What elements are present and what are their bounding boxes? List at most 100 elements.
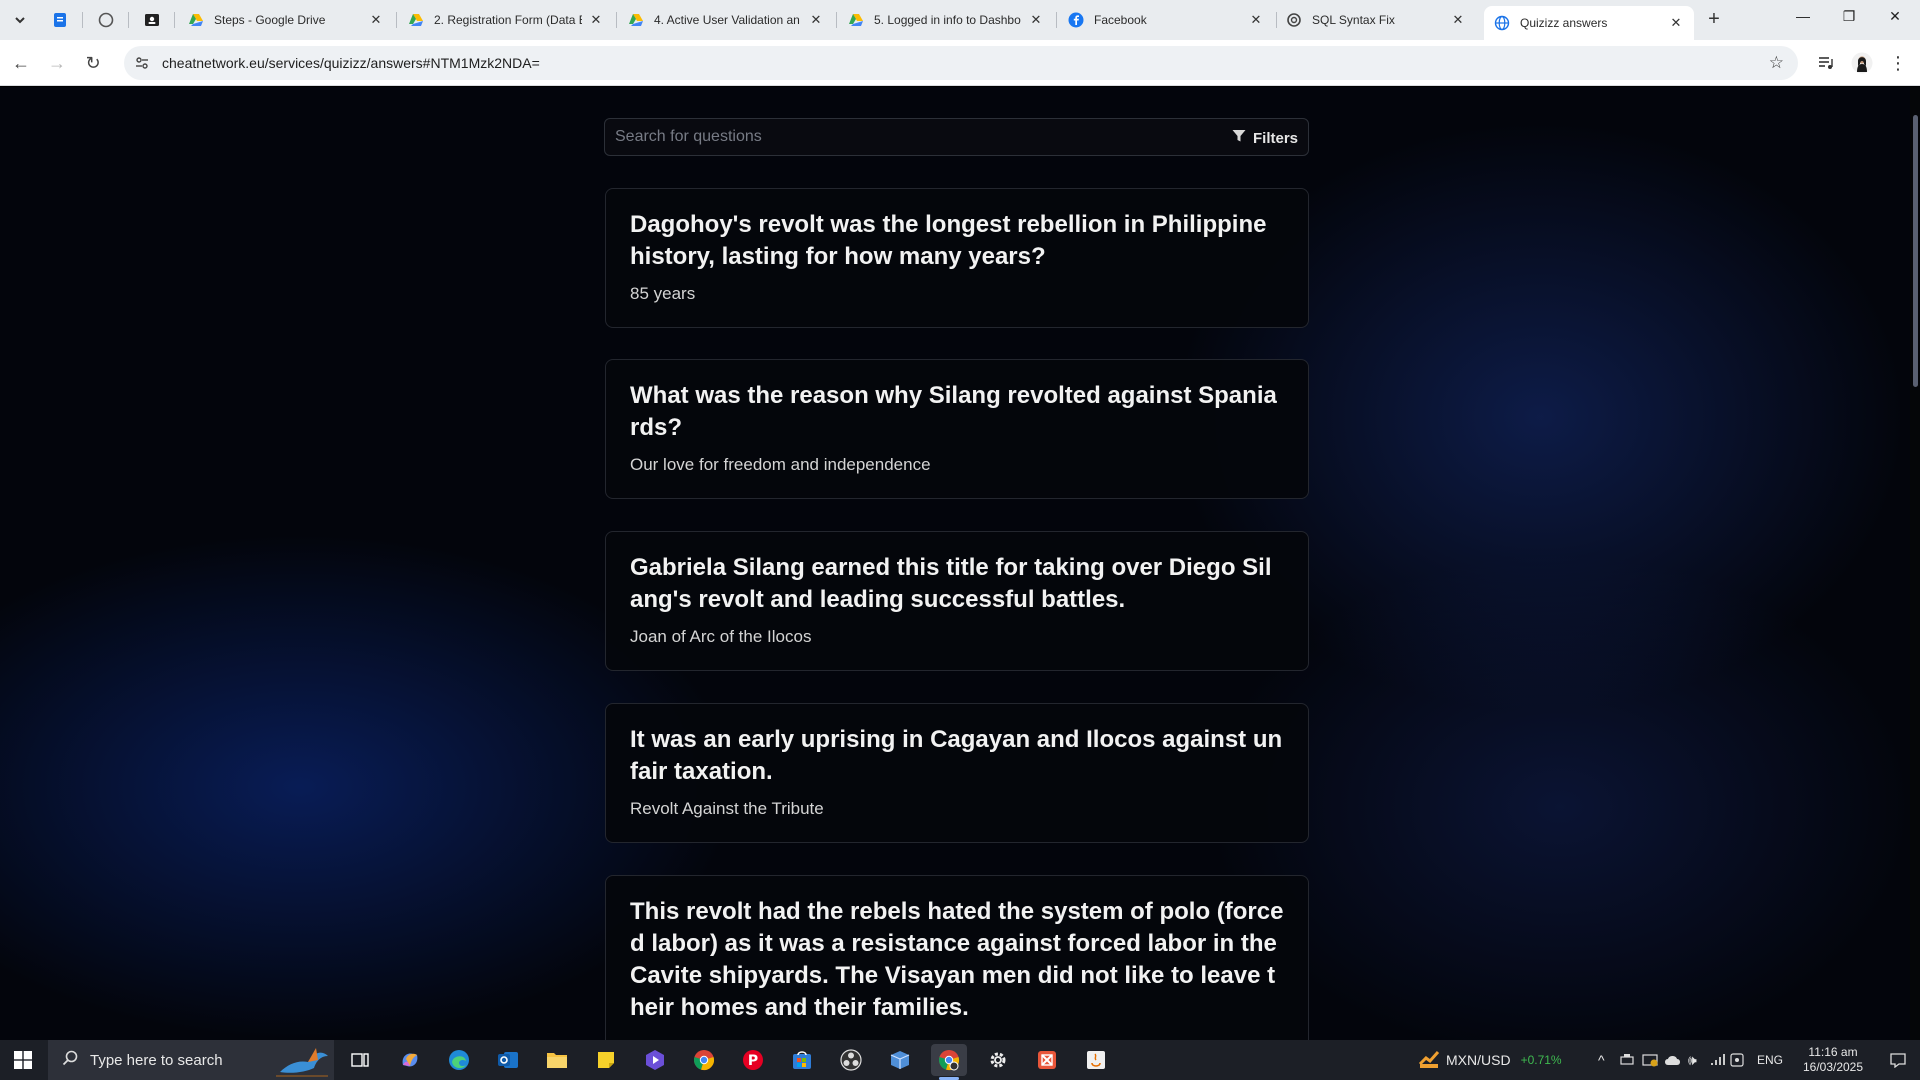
search-icon <box>62 1050 78 1070</box>
outlook-icon[interactable] <box>490 1044 526 1076</box>
reload-icon[interactable]: ↻ <box>79 49 107 77</box>
tab-facebook[interactable]: Facebook ✕ <box>1058 0 1274 40</box>
tab-pinned-github[interactable] <box>92 0 122 40</box>
google-drive-icon <box>628 12 644 28</box>
volume-icon[interactable]: 🕪 <box>1688 1040 1697 1080</box>
close-window-icon[interactable]: ✕ <box>1872 0 1918 32</box>
question-card: Gabriela Silang earned this title for ta… <box>605 531 1309 671</box>
bookmark-star-icon[interactable]: ☆ <box>1769 53 1784 73</box>
currency-change-value: +0.71% <box>1520 1053 1562 1067</box>
facebook-icon <box>1068 12 1084 28</box>
svg-text:P: P <box>748 1053 758 1069</box>
filters-button[interactable]: Filters <box>1232 127 1298 149</box>
tab-label: Steps - Google Drive <box>214 13 326 27</box>
tab-search-chevron-icon[interactable] <box>8 8 32 32</box>
profile-avatar[interactable] <box>1848 49 1876 77</box>
currency-chart-icon <box>1418 1048 1440 1073</box>
chrome-menu-icon[interactable]: ⋮ <box>1884 49 1912 77</box>
google-drive-icon <box>188 12 204 28</box>
google-keep-icon <box>52 12 68 28</box>
chrome-icon[interactable] <box>686 1044 722 1076</box>
box-icon[interactable] <box>882 1044 918 1076</box>
input-language-indicator[interactable]: ENG <box>1757 1040 1783 1080</box>
show-hidden-icons-chevron-icon[interactable]: ^ <box>1598 1040 1605 1080</box>
security-warning-icon[interactable] <box>1642 1040 1658 1080</box>
minimize-icon[interactable]: — <box>1780 0 1826 32</box>
tab-steps-drive[interactable]: Steps - Google Drive ✕ <box>178 0 394 40</box>
sticky-notes-icon[interactable] <box>588 1044 624 1076</box>
close-tab-icon[interactable]: ✕ <box>1668 15 1684 31</box>
tab-logged-in-info[interactable]: 5. Logged in info to Dashbo ✕ <box>838 0 1054 40</box>
restore-icon[interactable]: ❐ <box>1826 0 1872 32</box>
settings-icon[interactable] <box>980 1044 1016 1076</box>
close-tab-icon[interactable]: ✕ <box>1248 12 1264 28</box>
media-controls-icon[interactable] <box>1812 49 1840 77</box>
question-search-input[interactable] <box>605 119 1205 155</box>
chrome-profile-icon[interactable] <box>931 1044 967 1080</box>
tab-sql-syntax-fix[interactable]: SQL Syntax Fix ✕ <box>1276 0 1476 40</box>
copilot-icon[interactable] <box>392 1044 428 1076</box>
search-highlight-bird-icon <box>272 1042 330 1080</box>
address-bar[interactable]: cheatnetwork.eu/services/quizizz/answers… <box>124 46 1798 80</box>
obs-icon[interactable] <box>833 1044 869 1076</box>
pinterest-icon[interactable]: P <box>735 1044 771 1076</box>
onedrive-cloud-icon[interactable] <box>1664 1040 1682 1080</box>
answer-text: Revolt Against the Tribute <box>630 799 824 818</box>
taskbar-search-placeholder: Type here to search <box>90 1051 223 1069</box>
edge-icon[interactable] <box>441 1044 477 1076</box>
tab-label: SQL Syntax Fix <box>1312 13 1395 27</box>
clock[interactable]: 11:16 am 16/03/2025 <box>1798 1040 1868 1080</box>
taskbar-search-box[interactable]: Type here to search <box>48 1040 334 1080</box>
notification-center-icon[interactable] <box>1890 1040 1906 1080</box>
contact-card-icon <box>144 12 160 28</box>
forward-arrow-icon[interactable]: → <box>43 49 71 77</box>
close-tab-icon[interactable]: ✕ <box>588 12 604 28</box>
filters-label: Filters <box>1252 129 1298 147</box>
task-view-icon[interactable] <box>342 1044 378 1076</box>
windows-start-icon[interactable] <box>0 1040 46 1080</box>
close-tab-icon[interactable]: ✕ <box>368 12 384 28</box>
github-icon <box>98 12 114 28</box>
tab-pinned-contact[interactable] <box>138 0 168 40</box>
google-drive-icon <box>408 12 424 28</box>
close-tab-icon[interactable]: ✕ <box>1450 12 1466 28</box>
usb-device-icon[interactable] <box>1620 1040 1634 1080</box>
currency-pair-label: MXN/USD <box>1446 1052 1511 1068</box>
tab-quizizz-answers[interactable]: Quizizz answers ✕ <box>1484 6 1694 40</box>
tab-pinned-keep[interactable] <box>46 0 76 40</box>
tab-active-user-validation[interactable]: 4. Active User Validation an ✕ <box>618 0 834 40</box>
url-text: cheatnetwork.eu/services/quizizz/answers… <box>162 55 540 71</box>
file-explorer-icon[interactable] <box>539 1044 575 1076</box>
browser-toolbar: ← → ↻ cheatnetwork.eu/services/quizizz/a… <box>0 40 1920 86</box>
question-card: What was the reason why Silang revolted … <box>605 359 1309 499</box>
site-info-icon[interactable] <box>132 53 152 73</box>
new-tab-button[interactable]: + <box>1700 8 1728 32</box>
scrollbar-thumb[interactable] <box>1913 115 1918 387</box>
tab-label: Quizizz answers <box>1520 16 1608 30</box>
close-tab-icon[interactable]: ✕ <box>1028 12 1044 28</box>
question-text: What was the reason why Silang revolted … <box>630 382 1277 441</box>
close-tab-icon[interactable]: ✕ <box>808 12 824 28</box>
tab-registration-form[interactable]: 2. Registration Form (Data E ✕ <box>398 0 614 40</box>
back-arrow-icon[interactable]: ← <box>7 49 35 77</box>
filter-funnel-icon <box>1232 129 1246 147</box>
system-tray: MXN/USD +0.71% ^ 🕪 ENG 11:16 am 16/03/20… <box>1400 1040 1920 1080</box>
question-card: This revolt had the rebels hated the sys… <box>605 875 1309 1040</box>
store-icon[interactable] <box>784 1044 820 1076</box>
question-text: This revolt had the rebels hated the sys… <box>630 898 1284 1021</box>
vpn-icon[interactable] <box>1730 1040 1744 1080</box>
media-player-icon[interactable] <box>637 1044 673 1076</box>
tab-strip: Steps - Google Drive ✕ 2. Registration F… <box>0 0 1920 40</box>
tab-label: 2. Registration Form (Data E <box>434 13 582 27</box>
network-icon[interactable] <box>1710 1040 1726 1080</box>
tab-label: 5. Logged in info to Dashbo <box>874 13 1021 27</box>
openai-icon <box>1286 12 1302 28</box>
page-viewport: Filters Dagohoy's revolt was the longest… <box>0 87 1920 1040</box>
question-text: Gabriela Silang earned this title for ta… <box>630 554 1272 613</box>
tab-label: 4. Active User Validation an <box>654 13 800 27</box>
app-icon[interactable] <box>1029 1044 1065 1076</box>
clock-date: 16/03/2025 <box>1802 1060 1864 1074</box>
currency-ticker-widget[interactable]: MXN/USD +0.71% <box>1418 1040 1562 1080</box>
windows-taskbar: Type here to search P MXN/USD +0.71% ^ 🕪… <box>0 1040 1920 1080</box>
java-icon[interactable] <box>1078 1044 1114 1076</box>
